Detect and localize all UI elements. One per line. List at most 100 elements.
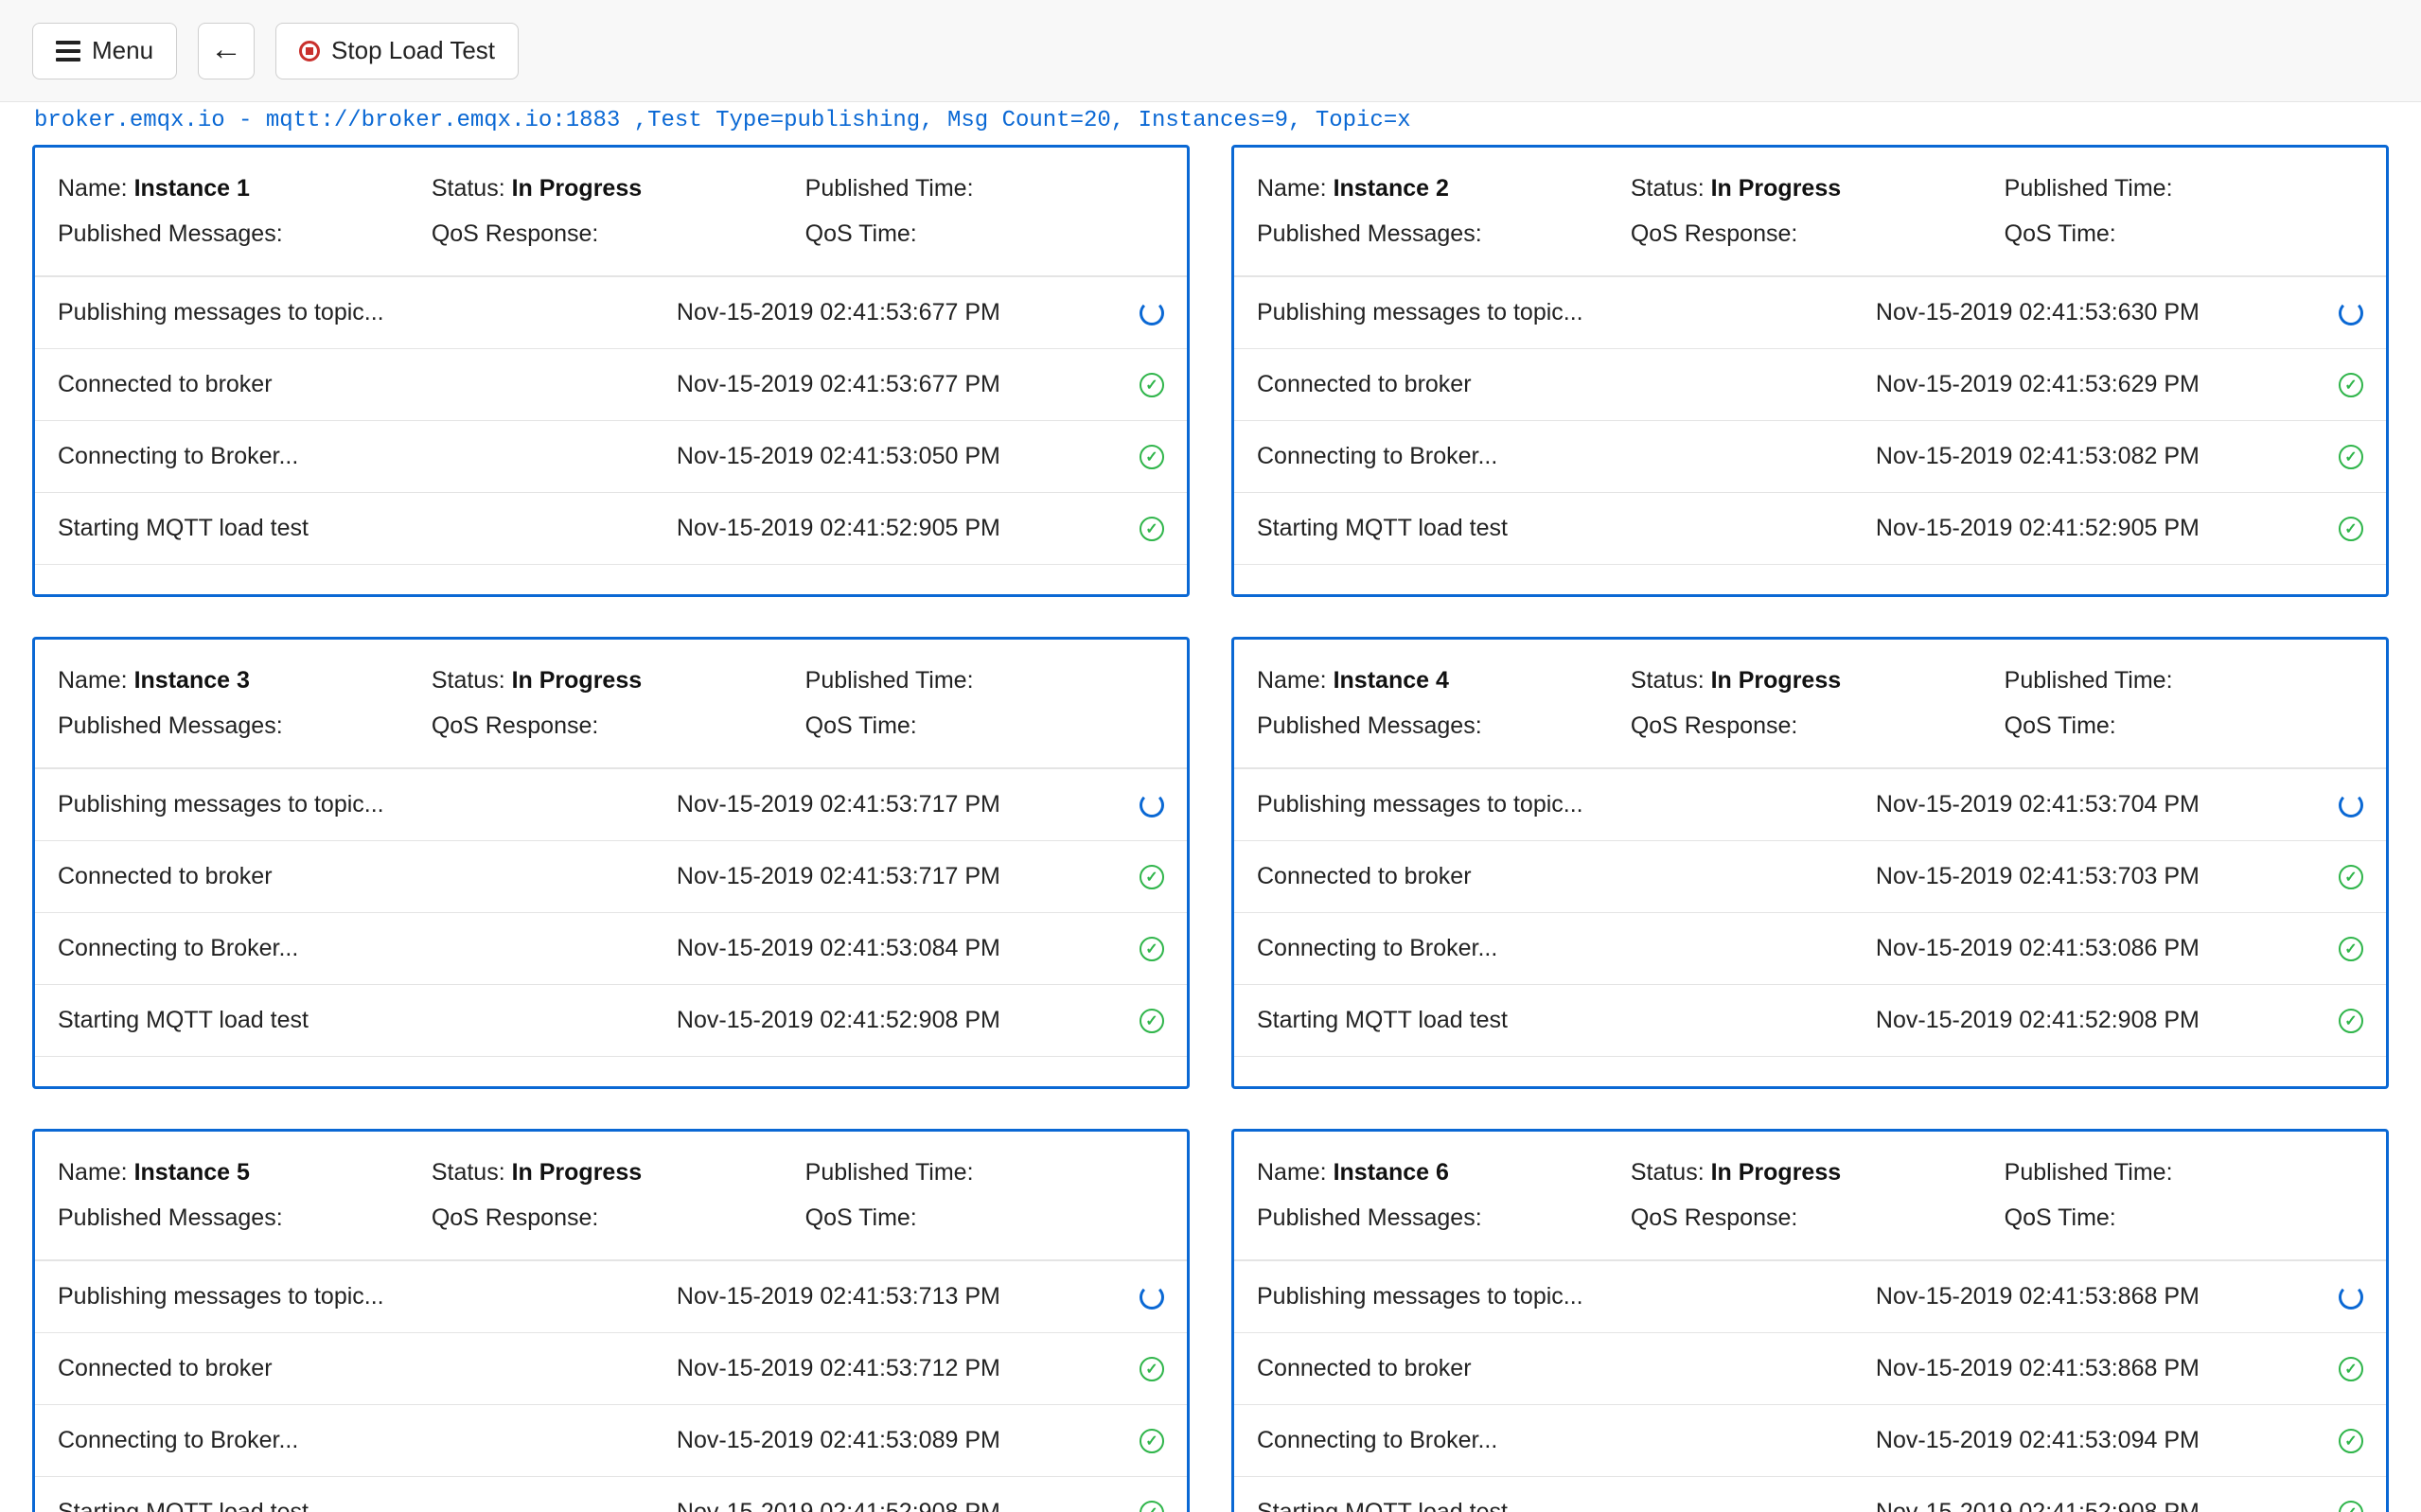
- published-time-label: Published Time:: [2005, 175, 2173, 202]
- log-message: Connecting to Broker...: [1257, 1427, 1876, 1454]
- name-label: Name:: [58, 1159, 134, 1186]
- status-label: Status:: [432, 1159, 512, 1186]
- log-row: Starting MQTT load testNov-15-2019 02:41…: [1234, 1477, 2386, 1512]
- log-row: Starting MQTT load testNov-15-2019 02:41…: [35, 493, 1187, 565]
- check-circle-icon: ✓: [1140, 1009, 1164, 1033]
- qos-response-label: QoS Response:: [432, 1204, 599, 1231]
- check-circle-icon: ✓: [2339, 1501, 2363, 1512]
- log-message: Connected to broker: [58, 371, 677, 398]
- name-label: Name:: [1257, 667, 1334, 694]
- log-timestamp: Nov-15-2019 02:41:53:629 PM: [1876, 371, 2318, 398]
- menu-button-label: Menu: [92, 36, 153, 65]
- instance-header: Name: Instance 4Status: In ProgressPubli…: [1234, 640, 2386, 769]
- qos-time-label: QoS Time:: [2005, 1204, 2116, 1231]
- menu-button[interactable]: Menu: [32, 23, 177, 79]
- published-time-label: Published Time:: [805, 175, 974, 202]
- check-circle-icon: ✓: [1140, 937, 1164, 961]
- log-timestamp: Nov-15-2019 02:41:52:908 PM: [677, 1007, 1119, 1034]
- log-message: Connecting to Broker...: [1257, 935, 1876, 962]
- qos-response-label: QoS Response:: [432, 712, 599, 739]
- stop-load-test-button[interactable]: Stop Load Test: [275, 23, 519, 79]
- log-message: Publishing messages to topic...: [1257, 791, 1876, 818]
- published-time-label: Published Time:: [2005, 1159, 2173, 1186]
- name-label: Name:: [58, 175, 134, 202]
- instance-name: Instance 1: [134, 175, 250, 202]
- status-label: Status:: [432, 667, 512, 694]
- log-timestamp: Nov-15-2019 02:41:52:905 PM: [1876, 515, 2318, 542]
- log-message: Publishing messages to topic...: [58, 791, 677, 818]
- instance-name: Instance 5: [134, 1159, 250, 1186]
- log-message: Connected to broker: [58, 863, 677, 890]
- back-button[interactable]: ←: [198, 23, 255, 79]
- log-row: Connected to brokerNov-15-2019 02:41:53:…: [1234, 349, 2386, 421]
- stop-button-label: Stop Load Test: [331, 36, 495, 65]
- log-timestamp: Nov-15-2019 02:41:53:050 PM: [677, 443, 1119, 470]
- check-circle-icon: ✓: [2339, 1429, 2363, 1453]
- published-messages-label: Published Messages:: [1257, 712, 1482, 739]
- log-row: Connecting to Broker...Nov-15-2019 02:41…: [35, 913, 1187, 985]
- log-row: Publishing messages to topic...Nov-15-20…: [1234, 1261, 2386, 1333]
- log-row: Publishing messages to topic...Nov-15-20…: [35, 769, 1187, 841]
- instance-card: Name: Instance 4Status: In ProgressPubli…: [1231, 637, 2389, 1089]
- spinner-icon: [2339, 793, 2363, 818]
- log-row: Connected to brokerNov-15-2019 02:41:53:…: [35, 841, 1187, 913]
- check-circle-icon: ✓: [1140, 1357, 1164, 1381]
- log-timestamp: Nov-15-2019 02:41:53:704 PM: [1876, 791, 2318, 818]
- qos-time-label: QoS Time:: [805, 220, 917, 247]
- log-message: Starting MQTT load test: [1257, 515, 1876, 542]
- qos-response-label: QoS Response:: [1631, 712, 1798, 739]
- log-timestamp: Nov-15-2019 02:41:53:712 PM: [677, 1355, 1119, 1382]
- log-timestamp: Nov-15-2019 02:41:53:713 PM: [677, 1283, 1119, 1310]
- log-row: Connected to brokerNov-15-2019 02:41:53:…: [1234, 841, 2386, 913]
- log-timestamp: Nov-15-2019 02:41:53:089 PM: [677, 1427, 1119, 1454]
- log-timestamp: Nov-15-2019 02:41:53:677 PM: [677, 299, 1119, 326]
- published-messages-label: Published Messages:: [1257, 1204, 1482, 1231]
- check-circle-icon: ✓: [1140, 373, 1164, 397]
- log-row: Connecting to Broker...Nov-15-2019 02:41…: [35, 421, 1187, 493]
- log-message: Connected to broker: [1257, 863, 1876, 890]
- log-row: Publishing messages to topic...Nov-15-20…: [1234, 277, 2386, 349]
- qos-response-label: QoS Response:: [1631, 1204, 1798, 1231]
- instance-card: Name: Instance 2Status: In ProgressPubli…: [1231, 145, 2389, 597]
- log-timestamp: Nov-15-2019 02:41:53:084 PM: [677, 935, 1119, 962]
- log-row: Connected to brokerNov-15-2019 02:41:53:…: [35, 1333, 1187, 1405]
- instance-card: Name: Instance 6Status: In ProgressPubli…: [1231, 1129, 2389, 1512]
- arrow-left-icon: ←: [210, 33, 242, 65]
- instance-header: Name: Instance 3Status: In ProgressPubli…: [35, 640, 1187, 769]
- log-row: Starting MQTT load testNov-15-2019 02:41…: [35, 1477, 1187, 1512]
- instance-header: Name: Instance 6Status: In ProgressPubli…: [1234, 1132, 2386, 1261]
- log-timestamp: Nov-15-2019 02:41:53:082 PM: [1876, 443, 2318, 470]
- instance-header: Name: Instance 2Status: In ProgressPubli…: [1234, 148, 2386, 277]
- check-circle-icon: ✓: [2339, 1357, 2363, 1381]
- log-message: Connecting to Broker...: [58, 1427, 677, 1454]
- name-label: Name:: [1257, 1159, 1334, 1186]
- check-circle-icon: ✓: [1140, 517, 1164, 541]
- hamburger-icon: [56, 41, 80, 62]
- connection-info-line: broker.emqx.io - mqtt://broker.emqx.io:1…: [0, 102, 2421, 145]
- check-circle-icon: ✓: [2339, 1009, 2363, 1033]
- spinner-icon: [2339, 1285, 2363, 1310]
- log-timestamp: Nov-15-2019 02:41:53:094 PM: [1876, 1427, 2318, 1454]
- log-row: Connecting to Broker...Nov-15-2019 02:41…: [1234, 421, 2386, 493]
- instance-status: In Progress: [512, 667, 643, 694]
- instance-status: In Progress: [512, 1159, 643, 1186]
- instance-card: Name: Instance 1Status: In ProgressPubli…: [32, 145, 1190, 597]
- status-label: Status:: [1631, 175, 1711, 202]
- name-label: Name:: [1257, 175, 1334, 202]
- spinner-icon: [1140, 1285, 1164, 1310]
- log-message: Starting MQTT load test: [1257, 1007, 1876, 1034]
- status-label: Status:: [1631, 1159, 1711, 1186]
- log-list: Publishing messages to topic...Nov-15-20…: [1234, 769, 2386, 1086]
- log-message: Publishing messages to topic...: [1257, 299, 1876, 326]
- log-row: Connecting to Broker...Nov-15-2019 02:41…: [35, 1405, 1187, 1477]
- instance-name: Instance 2: [1334, 175, 1449, 202]
- log-timestamp: Nov-15-2019 02:41:53:717 PM: [677, 791, 1119, 818]
- log-row: Publishing messages to topic...Nov-15-20…: [1234, 769, 2386, 841]
- check-circle-icon: ✓: [1140, 1429, 1164, 1453]
- log-row: Connected to brokerNov-15-2019 02:41:53:…: [1234, 1333, 2386, 1405]
- stop-icon: [299, 41, 320, 62]
- check-circle-icon: ✓: [2339, 373, 2363, 397]
- log-timestamp: Nov-15-2019 02:41:53:703 PM: [1876, 863, 2318, 890]
- published-messages-label: Published Messages:: [58, 1204, 283, 1231]
- log-row: Connected to brokerNov-15-2019 02:41:53:…: [35, 349, 1187, 421]
